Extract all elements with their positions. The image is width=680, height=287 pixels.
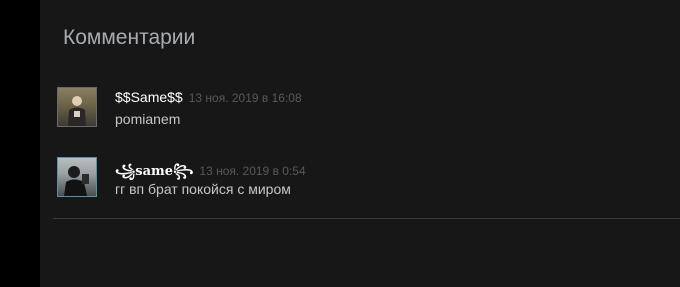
- comment-timestamp: 13 ноя. 2019 в 16:08: [188, 91, 302, 105]
- user-avatar-icon[interactable]: [57, 157, 97, 197]
- section-divider: [53, 218, 680, 219]
- author-name[interactable]: $$Same$$: [115, 89, 183, 105]
- user-avatar-icon[interactable]: [57, 87, 97, 127]
- page-left-margin: [0, 0, 40, 287]
- comments-title: Комментарии: [63, 26, 196, 49]
- comment-item: $$Same$$ 13 ноя. 2019 в 16:08 pomianem: [57, 87, 657, 129]
- comments-panel: Комментарии $$Same$$ 13 ноя. 2019 в 16:08…: [40, 0, 680, 287]
- author-name[interactable]: ꧁𝐬𝐚𝐦𝐞꧂: [115, 164, 193, 179]
- comment-item: ꧁𝐬𝐚𝐦𝐞꧂ 13 ноя. 2019 в 0:54 гг вп брат пок…: [57, 157, 657, 199]
- comment-timestamp: 13 ноя. 2019 в 0:54: [199, 164, 306, 178]
- comment-text: гг вп брат покойся с миром: [115, 181, 291, 197]
- comment-author[interactable]: $$Same$$ 13 ноя. 2019 в 16:08: [115, 89, 302, 105]
- comment-text: pomianem: [115, 111, 181, 127]
